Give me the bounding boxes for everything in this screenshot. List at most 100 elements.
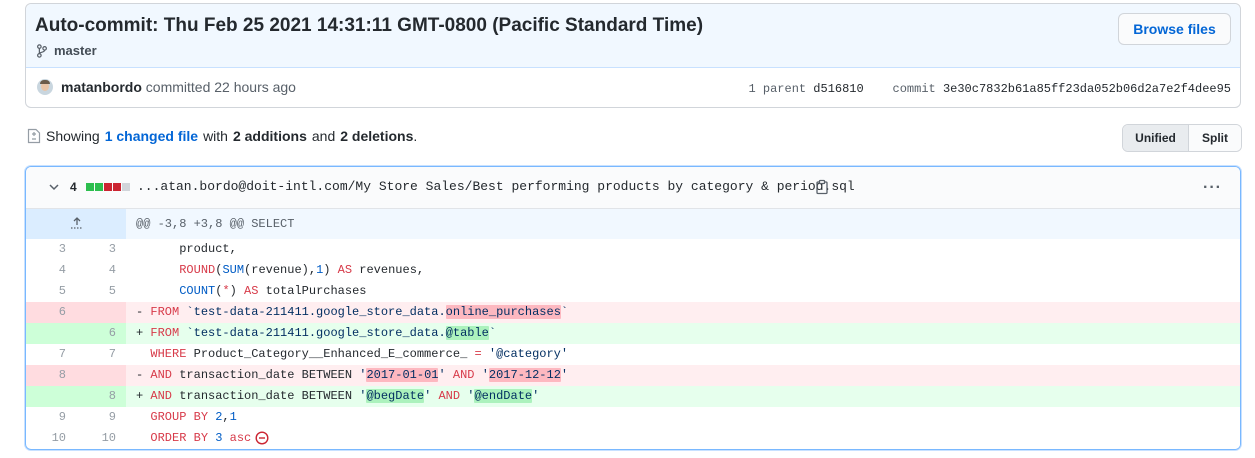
code-text: (revenue), [244, 263, 317, 277]
commit-title: Auto-commit: Thu Feb 25 2021 14:31:11 GM… [35, 15, 704, 36]
new-line-number[interactable]: 6 [76, 323, 126, 344]
code-number: 1 [229, 410, 237, 424]
file-header: 4 ...atan.bordo@doit-intl.com/My Store S… [26, 167, 1240, 209]
branch-name: master [54, 43, 97, 58]
code-string: ` [560, 305, 569, 319]
deletions-count: 2 deletions [340, 128, 414, 144]
code-line: GROUP BY 2,1 [126, 407, 1240, 428]
code-text: totalPurchases [258, 284, 367, 298]
summary-period: . [413, 128, 418, 144]
new-line-number[interactable] [76, 365, 126, 386]
diff-sign: - [136, 305, 151, 319]
diffstat-block-add [95, 183, 103, 191]
split-view-button[interactable]: Split [1189, 125, 1241, 151]
code-keyword: AND [150, 389, 173, 403]
new-line-number[interactable]: 9 [76, 407, 126, 428]
code-text: ) [323, 263, 338, 277]
author-link[interactable]: matanbordo [61, 79, 142, 95]
added-line: 6 + FROM `test-data-211411.google_store_… [26, 323, 1240, 344]
no-entry-icon [255, 431, 269, 445]
additions-count: 2 additions [232, 128, 307, 144]
code-text: ) [229, 284, 245, 298]
code-function: SUM [222, 263, 245, 277]
code-string: `test-data-211411.google_store_data. [179, 326, 446, 340]
old-line-number[interactable]: 9 [26, 407, 76, 428]
diff-sign: + [136, 389, 151, 403]
clipboard-icon[interactable] [815, 179, 829, 195]
avatar[interactable] [37, 79, 53, 95]
code-string: ' [481, 368, 489, 382]
diff-view-toggle: Unified Split [1122, 124, 1242, 152]
added-line: 8 + AND transaction_date BETWEEN ' @begDa… [26, 386, 1240, 407]
code-keyword: asc [229, 431, 252, 445]
old-line-number[interactable] [26, 323, 76, 344]
code-line: - FROM `test-data-211411.google_store_da… [126, 302, 1240, 323]
new-line-number[interactable] [76, 302, 126, 323]
file-options-menu[interactable]: ··· [1203, 179, 1222, 197]
new-line-number[interactable]: 3 [76, 239, 126, 260]
file-diff: 4 ...atan.bordo@doit-intl.com/My Store S… [25, 166, 1241, 450]
code-text: Product_Category__Enhanced_E_commerce_ [186, 347, 475, 361]
hunk-header-row: @@ -3,8 +3,8 @@ SELECT [26, 209, 1240, 239]
diffstat-bar [86, 183, 130, 191]
change-count: 4 [70, 180, 77, 194]
added-word-highlight: @table [445, 326, 489, 340]
parent-label: 1 parent [748, 82, 807, 96]
chevron-down-icon[interactable] [48, 181, 60, 193]
new-line-number[interactable]: 8 [76, 386, 126, 407]
old-line-number[interactable]: 8 [26, 365, 76, 386]
new-line-number[interactable]: 7 [76, 344, 126, 365]
commit-label: commit [892, 82, 936, 96]
code-keyword: FROM [150, 326, 180, 340]
new-line-number[interactable]: 4 [76, 260, 126, 281]
old-line-number[interactable]: 7 [26, 344, 76, 365]
old-line-number[interactable] [26, 386, 76, 407]
code-line: WHERE Product_Category__Enhanced_E_comme… [126, 344, 1240, 365]
unified-view-button[interactable]: Unified [1123, 125, 1189, 151]
branch-label[interactable]: master [36, 43, 97, 58]
deleted-line: 6 - FROM `test-data-211411.google_store_… [26, 302, 1240, 323]
code-keyword: AND [452, 368, 475, 382]
code-operator: * [222, 284, 230, 298]
browse-files-button[interactable]: Browse files [1118, 13, 1231, 45]
code-text: revenues, [352, 263, 425, 277]
code-string: ` [488, 326, 497, 340]
code-keyword: AS [244, 284, 259, 298]
old-line-number[interactable]: 4 [26, 260, 76, 281]
diffstat-block-del [113, 183, 121, 191]
code-text: transaction_date BETWEEN [172, 389, 360, 403]
old-line-number[interactable]: 6 [26, 302, 76, 323]
new-line-number[interactable]: 5 [76, 281, 126, 302]
file-diff-icon [27, 128, 41, 144]
deleted-word-highlight: 2017-12-12 [488, 368, 561, 382]
new-line-number[interactable]: 10 [76, 428, 126, 449]
expand-gutter[interactable] [26, 209, 126, 239]
commit-meta: matanbordo committed 22 hours ago 1 pare… [26, 68, 1240, 108]
code-text: , [222, 410, 230, 424]
code-keyword: ROUND [179, 263, 216, 277]
parent-sha-link[interactable]: d516810 [813, 82, 863, 96]
unfold-icon[interactable] [70, 216, 84, 230]
diffstat-block-add [86, 183, 94, 191]
code-line: COUNT(*) AS totalPurchases [126, 281, 1240, 302]
code-keyword: WHERE [150, 347, 187, 361]
deleted-word-highlight: online_purchases [445, 305, 561, 319]
code-operator: = [474, 347, 482, 361]
diff-line: 10 10 ORDER BY 3 asc [26, 428, 1240, 449]
diff-sign: - [136, 368, 151, 382]
file-path[interactable]: ...atan.bordo@doit-intl.com/My Store Sal… [137, 179, 855, 194]
code-function: COUNT [179, 284, 216, 298]
old-line-number[interactable]: 3 [26, 239, 76, 260]
old-line-number[interactable]: 10 [26, 428, 76, 449]
diff-line: 4 4 ROUND(SUM(revenue),1) AS revenues, [26, 260, 1240, 281]
changed-files-link[interactable]: 1 changed file [105, 128, 198, 144]
old-line-number[interactable]: 5 [26, 281, 76, 302]
diff-sign: + [136, 326, 151, 340]
code-keyword: GROUP BY [150, 410, 209, 424]
diffstat-block-del [104, 183, 112, 191]
